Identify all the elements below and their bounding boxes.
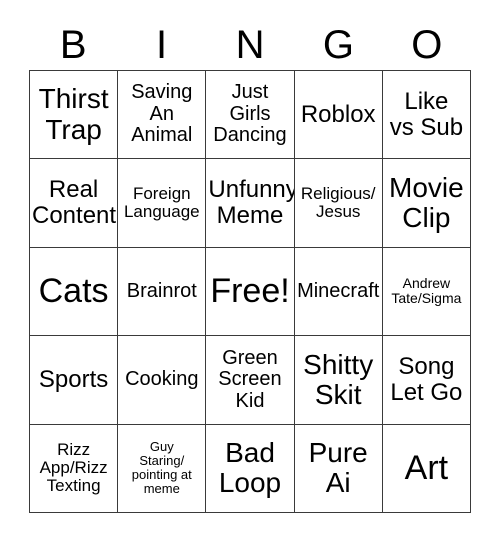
bingo-cell-label: Shitty Skit: [303, 348, 374, 410]
bingo-cell[interactable]: Guy Staring/ pointing at meme: [118, 424, 207, 513]
bingo-cell-label: Religious/ Jesus: [300, 183, 376, 222]
bingo-cell[interactable]: Sports: [30, 336, 119, 425]
bingo-cell[interactable]: Foreign Language: [118, 159, 207, 248]
bingo-cell[interactable]: Movie Clip: [382, 159, 471, 248]
bingo-cell[interactable]: Cooking: [118, 336, 207, 425]
bingo-cell[interactable]: Pure Ai: [294, 424, 383, 513]
bingo-cell[interactable]: Art: [382, 424, 471, 513]
bingo-header-letter-g: G: [322, 23, 354, 67]
bingo-cell[interactable]: Shitty Skit: [294, 336, 383, 425]
bingo-cell-label: Green Screen Kid: [218, 346, 282, 412]
bingo-cell-label: Sports: [38, 365, 109, 393]
bingo-cell-label: Real Content: [32, 176, 117, 230]
bingo-cell-label: Foreign Language: [123, 183, 200, 222]
bingo-cell-label: Movie Clip: [389, 171, 464, 234]
bingo-grid: Thirst Trap Saving An Animal Just Girls …: [29, 70, 471, 513]
bingo-cell-label: Cooking: [125, 368, 199, 391]
bingo-header-letter-n: N: [235, 23, 265, 67]
bingo-cell-free[interactable]: Free!: [206, 247, 295, 337]
bingo-cell[interactable]: Real Content: [30, 159, 119, 248]
bingo-cell[interactable]: Cats: [30, 247, 119, 337]
bingo-cell-label: Bad Loop: [218, 437, 282, 499]
bingo-cell-label: Brainrot: [126, 279, 197, 302]
bingo-cell-label: Minecraft: [297, 279, 380, 302]
bingo-cell-label: Just Girls Dancing: [213, 81, 287, 147]
bingo-header-row: B I N G O: [29, 20, 471, 70]
bingo-cell[interactable]: Just Girls Dancing: [206, 71, 295, 160]
bingo-header-letter-b: B: [59, 23, 87, 67]
bingo-cell[interactable]: Saving An Animal: [118, 71, 207, 160]
bingo-cell-label: Song Let Go: [390, 352, 463, 406]
bingo-cell[interactable]: Like vs Sub: [382, 71, 471, 160]
bingo-cell[interactable]: Song Let Go: [382, 336, 471, 425]
bingo-cell-label: Rizz App/Rizz Texting: [39, 439, 108, 496]
bingo-card: B I N G O Thirst Trap Saving An Animal J…: [0, 0, 500, 544]
bingo-cell-label: Pure Ai: [308, 437, 368, 499]
bingo-cell[interactable]: Green Screen Kid: [206, 336, 295, 425]
bingo-cell[interactable]: Religious/ Jesus: [294, 159, 383, 248]
bingo-cell-label: Saving An Animal: [131, 81, 193, 147]
bingo-cell-label: Like vs Sub: [389, 87, 464, 141]
bingo-cell[interactable]: Andrew Tate/Sigma: [382, 247, 471, 337]
bingo-header-letter-o: O: [411, 23, 443, 67]
bingo-cell-label: Guy Staring/ pointing at meme: [131, 439, 192, 497]
bingo-cell-label: Cats: [38, 272, 109, 311]
bingo-cell[interactable]: Unfunny Meme: [206, 159, 295, 248]
bingo-cell-label: Free!: [210, 272, 290, 311]
bingo-cell-label: Art: [404, 448, 449, 487]
bingo-cell-label: Roblox: [300, 100, 376, 128]
bingo-cell-label: Unfunny Meme: [208, 176, 295, 230]
bingo-cell[interactable]: Bad Loop: [206, 424, 295, 513]
bingo-cell-label: Andrew Tate/Sigma: [391, 275, 462, 307]
bingo-cell[interactable]: Roblox: [294, 71, 383, 160]
bingo-cell[interactable]: Rizz App/Rizz Texting: [30, 424, 119, 513]
bingo-cell[interactable]: Minecraft: [294, 247, 383, 337]
bingo-cell-label: Thirst Trap: [38, 83, 109, 145]
bingo-cell[interactable]: Thirst Trap: [30, 71, 119, 160]
bingo-header-letter-i: I: [156, 23, 168, 67]
bingo-cell[interactable]: Brainrot: [118, 247, 207, 337]
